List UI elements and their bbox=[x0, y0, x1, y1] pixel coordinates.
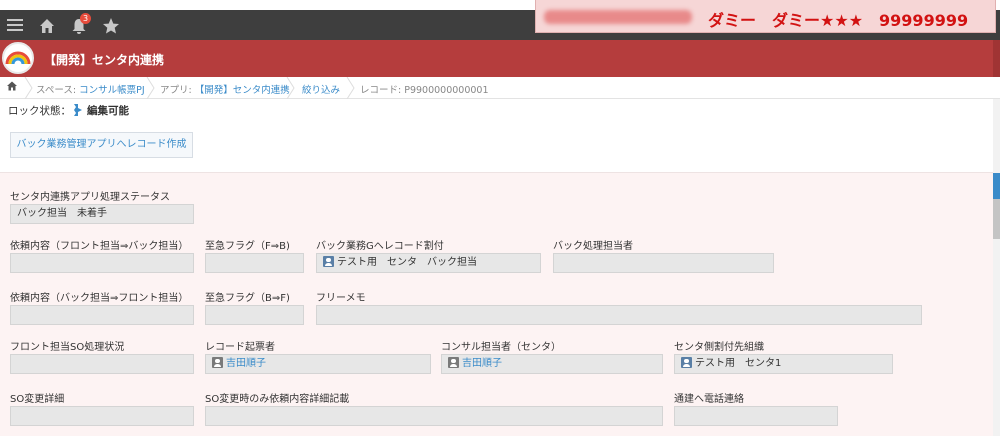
so-only-field[interactable] bbox=[205, 406, 663, 426]
breadcrumb-space-link[interactable]: コンサル帳票PJ bbox=[79, 85, 145, 96]
app-header: 【開発】センタ内連携 bbox=[0, 40, 1000, 77]
consultant-label: コンサル担当者（センタ） bbox=[441, 342, 561, 353]
back-owner-label: バック処理担当者 bbox=[553, 241, 633, 252]
breadcrumb-app[interactable]: アプリ: 【開発】センタ内連携 bbox=[160, 82, 290, 96]
urgent-bf-field[interactable] bbox=[205, 305, 304, 325]
star-icon[interactable] bbox=[101, 16, 121, 36]
user-icon bbox=[212, 357, 223, 368]
front-so-field[interactable] bbox=[10, 354, 194, 374]
group-icon bbox=[681, 357, 692, 368]
front-so-label: フロント担当SO処理状況 bbox=[10, 342, 125, 353]
center-dest-value: テスト用 センタ1 bbox=[695, 358, 782, 369]
creator-label: レコード起票者 bbox=[205, 342, 275, 353]
so-detail-label: SO変更詳細 bbox=[10, 394, 65, 405]
center-dest-field[interactable]: テスト用 センタ1 bbox=[674, 354, 893, 374]
redacted-text bbox=[544, 10, 692, 24]
req-front-back-field[interactable] bbox=[10, 253, 194, 273]
scroll-indicator bbox=[993, 173, 1000, 199]
back-owner-field[interactable] bbox=[553, 253, 774, 273]
breadcrumb-space[interactable]: スペース: コンサル帳票PJ bbox=[36, 82, 145, 96]
home-icon[interactable] bbox=[6, 80, 18, 92]
center-dest-label: センタ側割付先組織 bbox=[674, 342, 764, 353]
lock-status: ロック状態： 編集可能 bbox=[8, 103, 129, 118]
app-title: 【開発】センタ内連携 bbox=[44, 53, 165, 67]
user-icon bbox=[448, 357, 459, 368]
home-icon[interactable] bbox=[37, 16, 57, 36]
breadcrumb-app-link[interactable]: 【開発】センタ内連携 bbox=[195, 85, 290, 96]
breadcrumb-space-prefix: スペース: bbox=[36, 85, 80, 96]
breadcrumb-app-prefix: アプリ: bbox=[160, 85, 195, 96]
back-group-value: テスト用 センタ バック担当 bbox=[337, 257, 477, 268]
header-edge bbox=[993, 40, 1000, 77]
lock-label: ロック状態： bbox=[8, 105, 71, 117]
phone-label: 通建へ電話連絡 bbox=[674, 394, 744, 405]
menu-icon[interactable] bbox=[5, 16, 25, 36]
memo-field[interactable] bbox=[316, 305, 922, 325]
urgent-fb-field[interactable] bbox=[205, 253, 304, 273]
rainbow-app-icon[interactable] bbox=[2, 42, 34, 74]
chevron-right-icon bbox=[24, 77, 33, 99]
urgent-bf-label: 至急フラグ（B⇒F) bbox=[205, 293, 290, 304]
creator-field[interactable]: 吉田順子 bbox=[205, 354, 431, 374]
req-back-front-label: 依頼内容（バック担当⇒フロント担当） bbox=[10, 293, 189, 304]
memo-label: フリーメモ bbox=[316, 293, 366, 304]
breadcrumb-filter[interactable]: 絞り込み bbox=[302, 82, 340, 96]
status-field: バック担当 未着手 bbox=[10, 204, 194, 224]
req-back-front-field[interactable] bbox=[10, 305, 194, 325]
chevron-right-icon bbox=[346, 77, 355, 99]
back-group-field[interactable]: テスト用 センタ バック担当 bbox=[316, 253, 541, 273]
chevron-right-icon bbox=[286, 77, 295, 99]
user-info: ダミー ダミー★★★ 99999999 bbox=[535, 0, 996, 33]
creator-link[interactable]: 吉田順子 bbox=[226, 358, 266, 369]
phone-field[interactable] bbox=[674, 406, 838, 426]
page-scrollbar[interactable] bbox=[993, 99, 1000, 436]
req-front-back-label: 依頼内容（フロント担当⇒バック担当） bbox=[10, 241, 189, 252]
notification-badge: 3 bbox=[80, 13, 91, 24]
breadcrumb-record: レコード: P9900000000001 bbox=[360, 85, 489, 96]
back-group-label: バック業務Gへレコード割付 bbox=[316, 241, 444, 252]
breadcrumb: スペース: コンサル帳票PJ アプリ: 【開発】センタ内連携 絞り込み レコード… bbox=[0, 77, 1000, 99]
consultant-field[interactable]: 吉田順子 bbox=[441, 354, 663, 374]
user-name: ダミー ダミー★★★ 99999999 bbox=[708, 11, 969, 30]
lock-value: 編集可能 bbox=[87, 105, 129, 117]
create-back-record-button[interactable]: バック業務管理アプリへレコード作成 bbox=[10, 132, 193, 158]
edit-status-icon bbox=[74, 104, 82, 116]
group-icon bbox=[323, 256, 334, 267]
chevron-right-icon bbox=[146, 77, 155, 99]
consultant-link[interactable]: 吉田順子 bbox=[462, 358, 502, 369]
urgent-fb-label: 至急フラグ（F⇒B) bbox=[205, 241, 290, 252]
breadcrumb-filter-link[interactable]: 絞り込み bbox=[302, 85, 340, 96]
so-only-label: SO変更時のみ依頼内容詳細記載 bbox=[205, 394, 350, 405]
record-form: センタ内連携アプリ処理ステータス バック担当 未着手 依頼内容（フロント担当⇒バ… bbox=[0, 172, 993, 436]
status-label: センタ内連携アプリ処理ステータス bbox=[10, 192, 170, 203]
so-detail-field[interactable] bbox=[10, 406, 194, 426]
